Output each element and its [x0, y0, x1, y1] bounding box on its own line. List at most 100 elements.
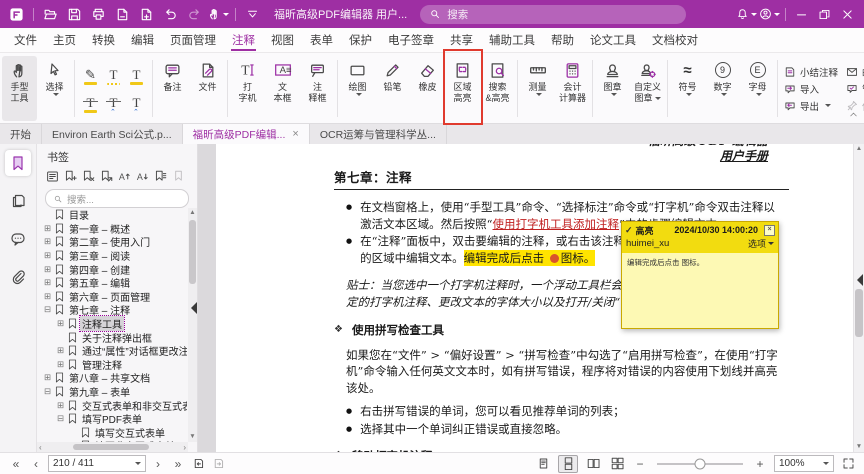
- insert-text-button[interactable]: T⌃: [126, 90, 147, 116]
- scroll-down-icon[interactable]: ▼: [188, 432, 197, 442]
- expand-toggle-icon[interactable]: ⊞: [56, 346, 65, 355]
- menu-tab[interactable]: 文档校对: [644, 28, 706, 52]
- menu-tab[interactable]: 主页: [45, 28, 84, 52]
- menu-tab[interactable]: 注释: [224, 28, 263, 52]
- note-comment-button[interactable]: 备注: [155, 56, 190, 121]
- expand-toggle-icon[interactable]: ⊞: [43, 373, 52, 382]
- menu-tab[interactable]: 辅助工具: [481, 28, 543, 52]
- hand-tool-button[interactable]: 手型 工具: [2, 56, 37, 121]
- expand-toggle-icon[interactable]: ⊞: [43, 251, 52, 260]
- collapse-level-button[interactable]: A: [135, 169, 149, 184]
- panel-horizontal-scrollbar[interactable]: ‹ ›: [37, 442, 188, 452]
- zoom-level-input[interactable]: 100%: [774, 455, 834, 472]
- pages-panel-button[interactable]: [5, 188, 31, 214]
- measure-button[interactable]: 测量: [520, 56, 555, 121]
- undo-button[interactable]: [160, 4, 181, 25]
- minimize-button[interactable]: [791, 4, 812, 25]
- scroll-down-icon[interactable]: ▼: [854, 442, 864, 452]
- search-highlight-button[interactable]: 搜索 &高亮: [480, 56, 515, 121]
- next-view-button[interactable]: [210, 456, 226, 472]
- expand-toggle-icon[interactable]: ⊟: [56, 414, 65, 423]
- search-input[interactable]: 搜索: [420, 5, 686, 24]
- bookmark-item[interactable]: ⊞ 第二章 – 使用入门: [39, 235, 187, 249]
- scroll-left-icon[interactable]: ‹: [39, 443, 42, 452]
- bookmark-item[interactable]: ⊟ 第九章 – 表单: [39, 385, 187, 399]
- strikeout-text-button[interactable]: T: [80, 90, 101, 116]
- next-page-button[interactable]: ›: [150, 456, 166, 472]
- comment-popup-header[interactable]: ✓ 高亮 2024/10/30 14:00:20 ×: [622, 222, 778, 237]
- expand-toggle-icon[interactable]: ⊟: [43, 305, 52, 314]
- continuous-view-button[interactable]: [558, 455, 578, 473]
- close-tab-icon[interactable]: ×: [292, 129, 298, 139]
- close-icon[interactable]: ×: [764, 225, 775, 236]
- expand-toggle-icon[interactable]: ⊞: [43, 237, 52, 246]
- account-button[interactable]: [759, 4, 780, 25]
- bookmark-item[interactable]: ⊞ 管理注释: [39, 358, 187, 372]
- comment-options-button[interactable]: 选项: [748, 237, 774, 250]
- textbox-button[interactable]: A≡ 文 本框: [265, 56, 300, 121]
- menu-tab[interactable]: 转换: [84, 28, 123, 52]
- symbol-button[interactable]: ≈ 符号: [670, 56, 705, 121]
- add-bookmark-button[interactable]: [63, 169, 77, 184]
- menu-tab[interactable]: 共享: [442, 28, 481, 52]
- drawing-button[interactable]: 绘图: [340, 56, 375, 121]
- document-vertical-scrollbar[interactable]: ▲ ▼: [853, 144, 864, 452]
- expand-toggle-icon[interactable]: ⊞: [43, 265, 52, 274]
- bookmark-item[interactable]: ⊞ 第八章 – 共享文档: [39, 371, 187, 385]
- expand-toggle-icon[interactable]: ⊟: [43, 387, 52, 396]
- expand-toggle-icon[interactable]: ⊞: [43, 292, 52, 301]
- inline-link[interactable]: 使用打字机工具添加注释: [493, 217, 620, 231]
- document-tab[interactable]: 开始: [0, 124, 42, 144]
- continuous-facing-view-button[interactable]: [608, 456, 626, 472]
- expand-toggle-icon[interactable]: ⊞: [56, 401, 65, 410]
- expand-toggle-icon[interactable]: ⊞: [56, 360, 65, 369]
- document-tab[interactable]: Environ Earth Sci公式.p...: [42, 124, 183, 144]
- fullscreen-button[interactable]: [840, 456, 856, 472]
- bookmark-item[interactable]: 填写交互式表单: [39, 426, 187, 440]
- expand-level-button[interactable]: A: [117, 169, 131, 184]
- zoom-slider[interactable]: [657, 463, 743, 465]
- menu-tab[interactable]: 编辑: [123, 28, 162, 52]
- previous-page-button[interactable]: ‹: [28, 456, 44, 472]
- set-destination-button[interactable]: [99, 169, 113, 184]
- comment-body[interactable]: 编辑完成后点击 图标。: [622, 253, 778, 328]
- select-tool-button[interactable]: 选择: [37, 56, 72, 121]
- scrollbar-thumb[interactable]: [189, 220, 196, 284]
- squiggly-underline-button[interactable]: T: [103, 62, 124, 88]
- menu-tab[interactable]: 电子签章: [380, 28, 442, 52]
- export-file-button[interactable]: [112, 4, 133, 25]
- quick-tool-picker[interactable]: [208, 4, 229, 25]
- custom-stamp-button[interactable]: 自定义 图章: [630, 56, 665, 121]
- accounting-calculator-button[interactable]: 会计 计算器: [555, 56, 590, 121]
- expand-right-panel-handle[interactable]: [857, 274, 863, 286]
- bookmark-item[interactable]: ⊞ 交互式表单和非交互式表单: [39, 398, 187, 412]
- collapse-panel-handle[interactable]: [191, 302, 197, 314]
- bookmark-item[interactable]: ⊞ 第五章 – 编辑: [39, 276, 187, 290]
- new-file-button[interactable]: [136, 4, 157, 25]
- bookmark-item[interactable]: 目录: [39, 208, 187, 222]
- bookmarks-panel-button[interactable]: [5, 150, 31, 176]
- menu-tab[interactable]: 论文工具: [582, 28, 644, 52]
- bookmark-item[interactable]: ⊞ 第三章 – 阅读: [39, 249, 187, 263]
- last-page-button[interactable]: »: [170, 456, 186, 472]
- bookmark-item[interactable]: ⊞ 通过“属性”对话框更改注释外观: [39, 344, 187, 358]
- restore-button[interactable]: [814, 4, 835, 25]
- bookmark-item[interactable]: 关于注释弹出框: [39, 330, 187, 344]
- import-comments-button[interactable]: 导入: [784, 82, 838, 96]
- panel-vertical-scrollbar[interactable]: ▲ ▼: [188, 208, 197, 442]
- area-highlight-button[interactable]: 区域 高亮: [445, 56, 480, 121]
- scrollbar-thumb[interactable]: [73, 444, 149, 450]
- menu-tab[interactable]: 保护: [341, 28, 380, 52]
- manage-comments-button[interactable]: 管理注释: [846, 82, 864, 96]
- first-page-button[interactable]: «: [8, 456, 24, 472]
- menu-tab[interactable]: 帮助: [543, 28, 582, 52]
- bookmark-item[interactable]: ⊟ 第七章 – 注释: [39, 303, 187, 317]
- expand-toggle-icon[interactable]: ⊞: [43, 278, 52, 287]
- save-button[interactable]: [64, 4, 85, 25]
- close-button[interactable]: [837, 4, 858, 25]
- scrollbar-thumb[interactable]: [855, 289, 863, 337]
- attach-file-button[interactable]: 文件: [190, 56, 225, 121]
- menu-tab[interactable]: 文件: [6, 28, 45, 52]
- comments-panel-button[interactable]: [5, 226, 31, 252]
- pencil-button[interactable]: 铅笔: [375, 56, 410, 121]
